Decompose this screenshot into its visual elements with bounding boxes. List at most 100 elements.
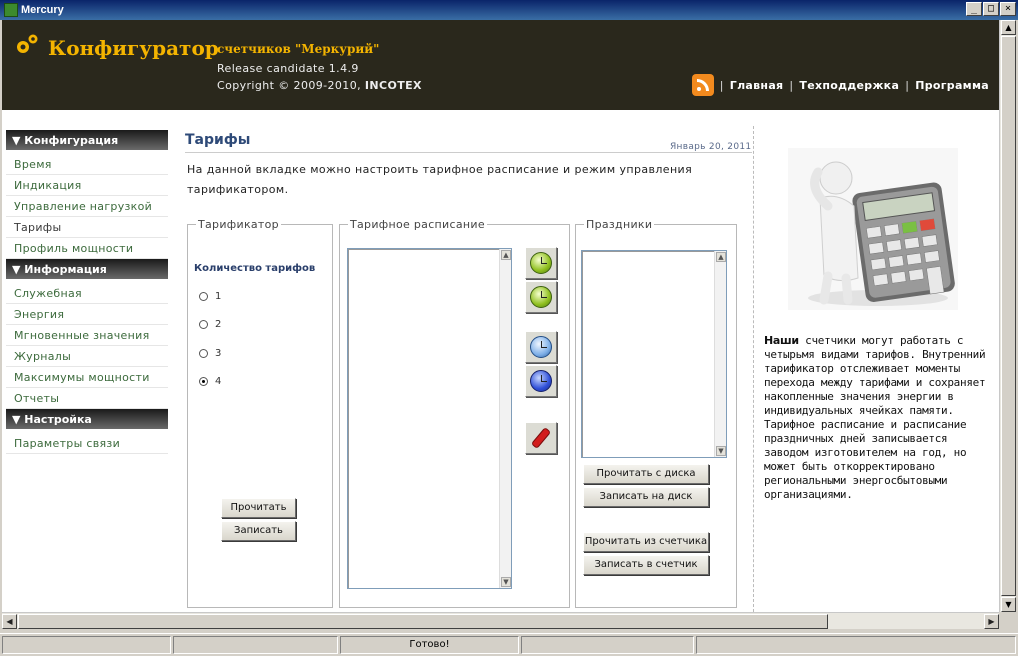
status-bar: Готово! xyxy=(0,633,1018,656)
sidebar-section-settings[interactable]: ▼ Настройка xyxy=(6,409,168,429)
sidebar-item-energy[interactable]: Энергия xyxy=(6,304,168,325)
nav-separator: | xyxy=(905,78,910,92)
status-text: Готово! xyxy=(340,636,519,654)
window-title: Mercury xyxy=(21,4,64,16)
write-to-disk-button[interactable]: Записать на диск xyxy=(583,487,709,507)
sidebar: ▼ Конфигурация Время Индикация Управлени… xyxy=(6,130,168,478)
sidebar-item-tariffs[interactable]: Тарифы xyxy=(6,217,168,238)
page-title: Тарифы xyxy=(185,132,251,148)
tariff-count-option-4[interactable]: 4 xyxy=(199,376,221,387)
tariff-count-option-2[interactable]: 2 xyxy=(199,319,221,330)
nav-link-support[interactable]: Техподдержка xyxy=(799,79,899,92)
scroll-down-icon[interactable]: ▼ xyxy=(501,577,511,587)
content-divider xyxy=(753,126,754,612)
add-holiday-time-button[interactable] xyxy=(525,331,557,363)
holidays-list[interactable]: ▲ ▼ xyxy=(581,250,727,458)
holidays-legend: Праздники xyxy=(586,218,653,231)
radio-button[interactable] xyxy=(199,292,208,301)
nav-link-program[interactable]: Программа xyxy=(915,79,989,92)
edit-button[interactable] xyxy=(525,422,557,454)
sidebar-item-power-maximums[interactable]: Максимумы мощности xyxy=(6,367,168,388)
window-title-bar: Mercury _ □ × xyxy=(0,0,1018,20)
scroll-up-icon[interactable]: ▲ xyxy=(1001,20,1016,35)
sidebar-item-instant-values[interactable]: Мгновенные значения xyxy=(6,325,168,346)
write-button[interactable]: Записать xyxy=(221,521,296,541)
add-tariff-time-button[interactable] xyxy=(525,247,557,279)
aside-lead: Наши xyxy=(764,334,799,347)
read-button[interactable]: Прочитать xyxy=(221,498,296,518)
window-controls: _ □ × xyxy=(966,2,1016,16)
maximize-button[interactable]: □ xyxy=(983,2,999,16)
holidays-list-scrollbar[interactable]: ▲ ▼ xyxy=(714,251,726,457)
nav-separator: | xyxy=(719,78,724,92)
schedule-list[interactable]: ▲ ▼ xyxy=(347,248,512,589)
top-navigation: | Главная | Техподдержка | Программа xyxy=(691,74,989,96)
nav-link-home[interactable]: Главная xyxy=(730,79,784,92)
rss-icon[interactable] xyxy=(691,74,714,96)
aside-description: Наши счетчики могут работать с четырьмя … xyxy=(764,334,988,502)
aside-body: счетчики могут работать с четырьмя видам… xyxy=(764,334,986,501)
radio-button-checked[interactable] xyxy=(199,377,208,386)
scroll-left-icon[interactable]: ◀ xyxy=(2,614,17,629)
radio-label: 3 xyxy=(215,348,222,359)
browser-viewport: Конфигуратор счетчиков "Меркурий" Releas… xyxy=(2,20,1001,612)
radio-label: 1 xyxy=(215,291,222,302)
brand-subtitle: счетчиков "Меркурий" xyxy=(217,42,380,56)
status-cell xyxy=(520,636,694,654)
sidebar-item-time[interactable]: Время xyxy=(6,154,168,175)
copyright-company: INCOTEX xyxy=(364,79,422,92)
tariff-count-label: Количество тарифов xyxy=(194,263,316,274)
page-intro: На данной вкладке можно настроить тарифн… xyxy=(187,163,693,196)
release-version: Release candidate 1.4.9 xyxy=(217,62,359,75)
page-vertical-scrollbar[interactable]: ▲ ▼ xyxy=(999,20,1016,612)
scroll-up-icon[interactable]: ▲ xyxy=(501,250,511,260)
radio-label: 2 xyxy=(215,319,222,330)
sidebar-section-information[interactable]: ▼ Информация xyxy=(6,259,168,279)
scroll-right-icon[interactable]: ▶ xyxy=(984,614,999,629)
gears-icon xyxy=(17,34,38,53)
scrollbar-thumb[interactable] xyxy=(18,614,828,629)
tarificator-legend: Тарификатор xyxy=(198,218,279,231)
status-cell xyxy=(2,636,171,654)
page-horizontal-scrollbar[interactable]: ◀ ▶ xyxy=(2,612,999,629)
status-cell xyxy=(695,636,1016,654)
radio-button[interactable] xyxy=(199,320,208,329)
blue-clock-icon xyxy=(530,336,552,358)
schedule-legend: Тарифное расписание xyxy=(350,218,485,231)
page-header: Конфигуратор счетчиков "Меркурий" Releas… xyxy=(2,20,1001,110)
scroll-down-icon[interactable]: ▼ xyxy=(716,446,726,456)
sidebar-item-display[interactable]: Индикация xyxy=(6,175,168,196)
sidebar-item-journals[interactable]: Журналы xyxy=(6,346,168,367)
edit-tariff-time-button[interactable] xyxy=(525,281,557,313)
tariff-count-option-3[interactable]: 3 xyxy=(199,348,221,359)
sidebar-item-connection-params[interactable]: Параметры связи xyxy=(6,433,168,454)
size-grip xyxy=(999,612,1016,629)
minimize-button[interactable]: _ xyxy=(966,2,982,16)
tarificator-group: Тарификатор xyxy=(187,218,333,608)
tariff-count-option-1[interactable]: 1 xyxy=(199,291,221,302)
read-from-meter-button[interactable]: Прочитать из счетчика xyxy=(583,532,709,552)
scroll-up-icon[interactable]: ▲ xyxy=(716,252,726,262)
blue-clock-refresh-icon xyxy=(530,370,552,392)
scroll-down-icon[interactable]: ▼ xyxy=(1001,597,1016,612)
app-icon xyxy=(4,3,18,17)
read-from-disk-button[interactable]: Прочитать с диска xyxy=(583,464,709,484)
radio-button[interactable] xyxy=(199,349,208,358)
write-to-meter-button[interactable]: Записать в счетчик xyxy=(583,555,709,575)
sidebar-item-service[interactable]: Служебная xyxy=(6,283,168,304)
close-button[interactable]: × xyxy=(1000,2,1016,16)
edit-holiday-time-button[interactable] xyxy=(525,365,557,397)
sidebar-item-power-profile[interactable]: Профиль мощности xyxy=(6,238,168,259)
radio-label: 4 xyxy=(215,376,222,387)
schedule-list-scrollbar[interactable]: ▲ ▼ xyxy=(499,249,511,588)
title-divider xyxy=(185,152,752,153)
pen-icon xyxy=(532,428,550,448)
green-clock-refresh-icon xyxy=(530,286,552,308)
page-date: Январь 20, 2011 xyxy=(670,142,752,152)
sidebar-item-load-control[interactable]: Управление нагрузкой xyxy=(6,196,168,217)
calculator-illustration xyxy=(788,148,958,310)
sidebar-item-reports[interactable]: Отчеты xyxy=(6,388,168,409)
scrollbar-thumb[interactable] xyxy=(1001,36,1016,596)
sidebar-section-configuration[interactable]: ▼ Конфигурация xyxy=(6,130,168,150)
copyright-prefix: Copyright © 2009-2010, xyxy=(217,79,365,92)
